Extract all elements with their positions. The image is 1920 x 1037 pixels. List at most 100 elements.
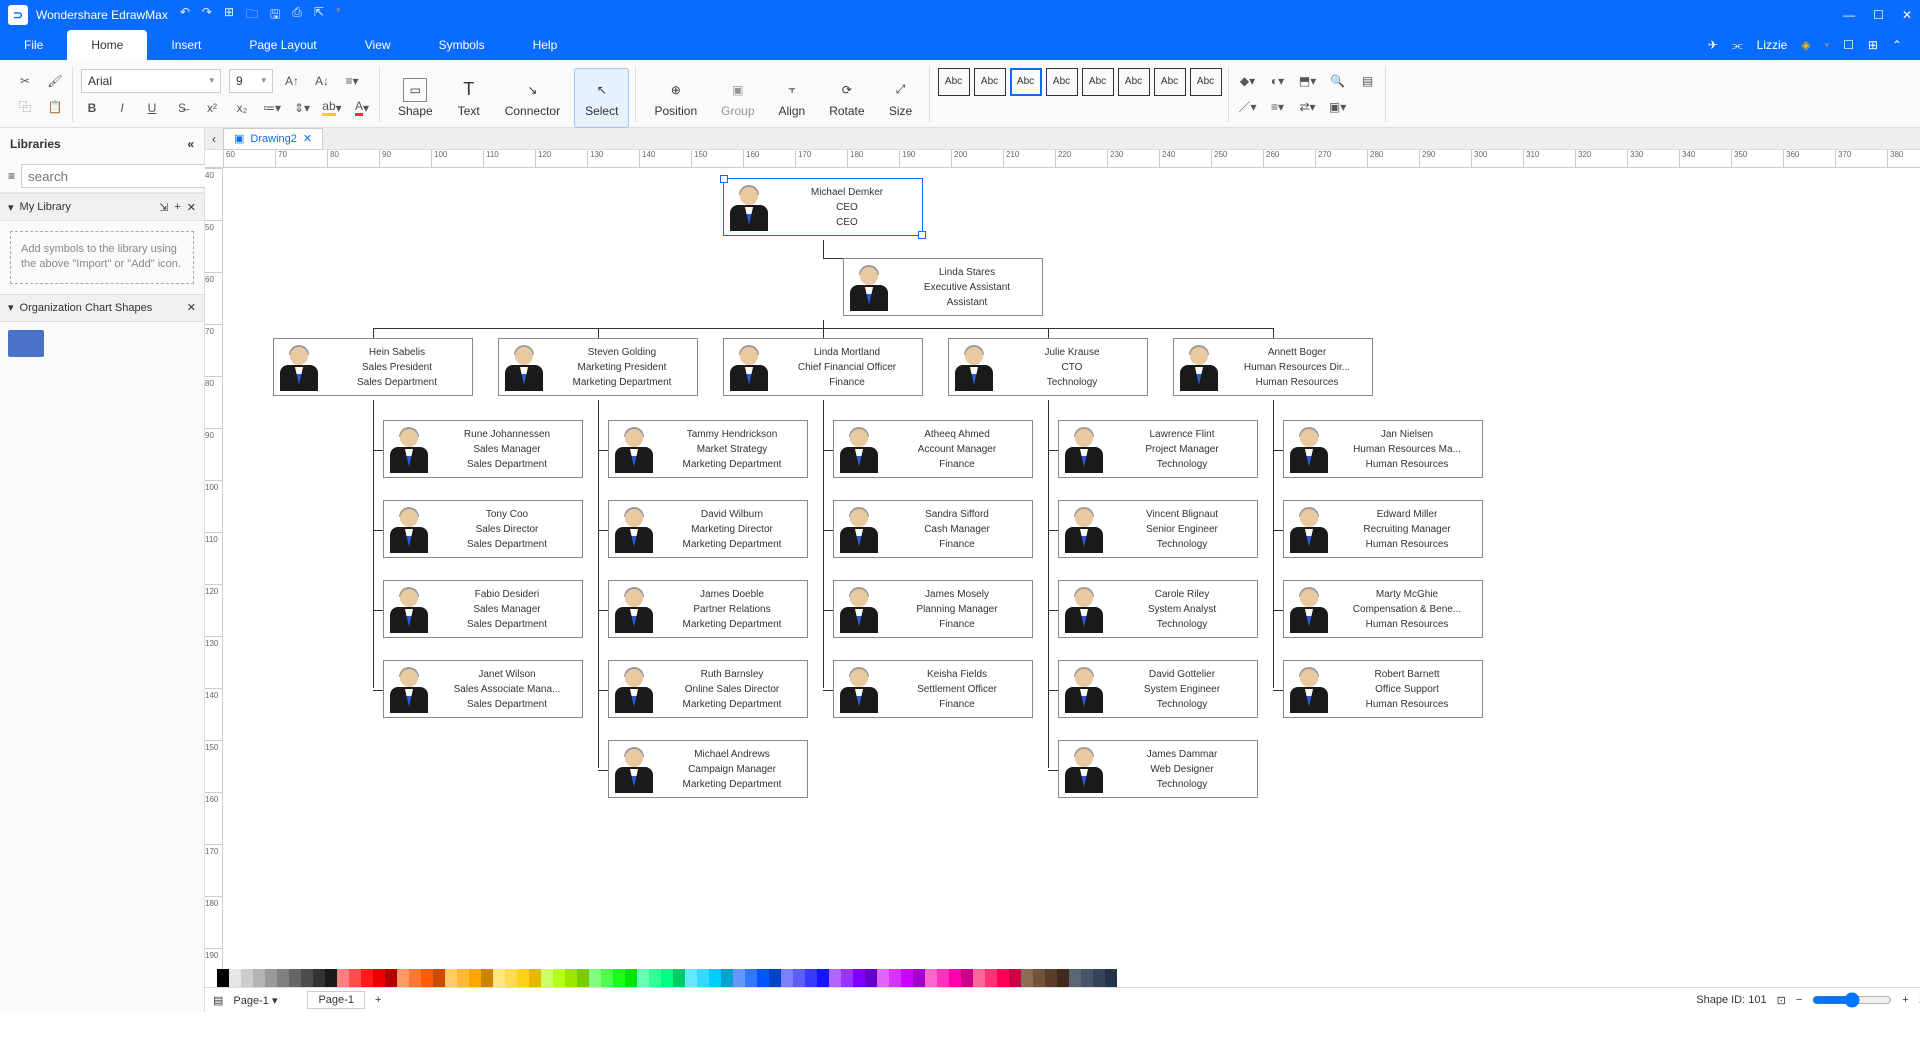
palette-swatch[interactable] xyxy=(1021,969,1033,987)
palette-swatch[interactable] xyxy=(337,969,349,987)
palette-swatch[interactable] xyxy=(937,969,949,987)
palette-swatch[interactable] xyxy=(865,969,877,987)
palette-swatch[interactable] xyxy=(217,969,229,987)
org-node[interactable]: Michael DemkerCEOCEO xyxy=(723,178,923,236)
palette-swatch[interactable] xyxy=(877,969,889,987)
collapse-ribbon-icon[interactable]: ⌃ xyxy=(1892,38,1902,52)
diamond-icon[interactable]: ◈ xyxy=(1801,38,1810,52)
palette-swatch[interactable] xyxy=(373,969,385,987)
add-lib-icon[interactable]: + xyxy=(174,201,180,213)
palette-swatch[interactable] xyxy=(229,969,241,987)
new-icon[interactable]: ⊞ xyxy=(224,5,234,26)
palette-swatch[interactable] xyxy=(397,969,409,987)
palette-swatch[interactable] xyxy=(961,969,973,987)
fontsize-select[interactable]: 9▾ xyxy=(229,69,273,93)
close-lib-icon[interactable]: ✕ xyxy=(187,301,196,314)
minimize-icon[interactable]: — xyxy=(1843,8,1855,22)
user-name[interactable]: Lizzie xyxy=(1757,38,1788,52)
palette-swatch[interactable] xyxy=(601,969,613,987)
palette-swatch[interactable] xyxy=(613,969,625,987)
palette-swatch[interactable] xyxy=(649,969,661,987)
palette-swatch[interactable] xyxy=(985,969,997,987)
org-node[interactable]: Tony CooSales DirectorSales Department xyxy=(383,500,583,558)
palette-swatch[interactable] xyxy=(445,969,457,987)
palette-swatch[interactable] xyxy=(673,969,685,987)
gift-icon[interactable]: ☐ xyxy=(1843,38,1854,52)
close-tab-icon[interactable]: ✕ xyxy=(303,132,312,145)
org-node[interactable]: Lawrence FlintProject ManagerTechnology xyxy=(1058,420,1258,478)
org-node[interactable]: Julie KrauseCTOTechnology xyxy=(948,338,1148,396)
fontsize-dec-icon[interactable]: A↓ xyxy=(311,70,333,92)
palette-swatch[interactable] xyxy=(1009,969,1021,987)
font-select[interactable]: Arial▾ xyxy=(81,69,221,93)
copy-icon[interactable]: ⿻ xyxy=(14,96,36,118)
fontcolor-icon[interactable]: A▾ xyxy=(351,97,373,119)
text-tool[interactable]: TText xyxy=(447,68,491,128)
apps-icon[interactable]: ⊞ xyxy=(1868,38,1878,52)
palette-swatch[interactable] xyxy=(421,969,433,987)
org-node[interactable]: Annett BogerHuman Resources Dir...Human … xyxy=(1173,338,1373,396)
org-node[interactable]: David GottelierSystem EngineerTechnology xyxy=(1058,660,1258,718)
palette-swatch[interactable] xyxy=(529,969,541,987)
bold-icon[interactable]: B xyxy=(81,97,103,119)
menu-home[interactable]: Home xyxy=(67,30,147,60)
palette-swatch[interactable] xyxy=(853,969,865,987)
palette-swatch[interactable] xyxy=(841,969,853,987)
cut-icon[interactable]: ✂ xyxy=(14,70,36,92)
org-node[interactable]: Ruth BarnsleyOnline Sales DirectorMarket… xyxy=(608,660,808,718)
palette-swatch[interactable] xyxy=(901,969,913,987)
italic-icon[interactable]: I xyxy=(111,97,133,119)
menu-file[interactable]: File xyxy=(0,30,67,60)
palette-swatch[interactable] xyxy=(889,969,901,987)
palette-swatch[interactable] xyxy=(457,969,469,987)
shape-thumb[interactable] xyxy=(8,330,44,357)
send-icon[interactable]: ✈ xyxy=(1708,38,1718,52)
palette-swatch[interactable] xyxy=(769,969,781,987)
palette-swatch[interactable] xyxy=(577,969,589,987)
group-button[interactable]: ▣Group xyxy=(711,68,764,128)
org-node[interactable]: David WilburnMarketing DirectorMarketing… xyxy=(608,500,808,558)
rotate-button[interactable]: ⟳Rotate xyxy=(819,68,874,128)
pages-icon[interactable]: ▤ xyxy=(213,994,223,1007)
color-palette[interactable] xyxy=(205,969,1920,987)
style-preset-1[interactable]: Abc xyxy=(938,68,970,96)
fontsize-inc-icon[interactable]: A↑ xyxy=(281,70,303,92)
palette-swatch[interactable] xyxy=(325,969,337,987)
redo-icon[interactable]: ↷ xyxy=(202,5,212,26)
spacing-icon[interactable]: ⇕▾ xyxy=(291,97,313,119)
palette-swatch[interactable] xyxy=(241,969,253,987)
zoom-slider[interactable] xyxy=(1812,992,1892,1008)
expand-icon[interactable]: ▾ xyxy=(8,301,14,314)
linestyle-icon[interactable]: ≡▾ xyxy=(1267,96,1289,118)
org-node[interactable]: Sandra SiffordCash ManagerFinance xyxy=(833,500,1033,558)
share-icon[interactable]: ⫘ xyxy=(1732,38,1743,53)
org-node[interactable]: Robert BarnettOffice SupportHuman Resour… xyxy=(1283,660,1483,718)
palette-swatch[interactable] xyxy=(265,969,277,987)
format-painter-icon[interactable]: 🖌 xyxy=(44,70,66,92)
palette-swatch[interactable] xyxy=(661,969,673,987)
canvas[interactable]: Michael DemkerCEOCEOLinda StaresExecutiv… xyxy=(223,168,1920,969)
menu-insert[interactable]: Insert xyxy=(147,30,225,60)
org-node[interactable]: Michael AndrewsCampaign ManagerMarketing… xyxy=(608,740,808,798)
palette-swatch[interactable] xyxy=(1069,969,1081,987)
palette-swatch[interactable] xyxy=(997,969,1009,987)
palette-swatch[interactable] xyxy=(697,969,709,987)
palette-swatch[interactable] xyxy=(721,969,733,987)
menu-symbols[interactable]: Symbols xyxy=(415,30,509,60)
maximize-icon[interactable]: ☐ xyxy=(1873,8,1884,22)
zoom-in-icon[interactable]: + xyxy=(1902,994,1908,1006)
palette-swatch[interactable] xyxy=(301,969,313,987)
palette-swatch[interactable] xyxy=(949,969,961,987)
size-button[interactable]: ⤢Size xyxy=(879,68,923,128)
palette-swatch[interactable] xyxy=(1045,969,1057,987)
palette-swatch[interactable] xyxy=(505,969,517,987)
strike-icon[interactable]: S̶ xyxy=(171,97,193,119)
zoom-out-icon[interactable]: − xyxy=(1796,994,1802,1006)
add-page-icon[interactable]: + xyxy=(375,994,381,1006)
highlight-icon[interactable]: ab▾ xyxy=(321,97,343,119)
palette-swatch[interactable] xyxy=(493,969,505,987)
export-icon[interactable]: ⇱ xyxy=(314,5,324,26)
menu-icon[interactable]: ≡ xyxy=(8,169,15,183)
palette-swatch[interactable] xyxy=(565,969,577,987)
palette-swatch[interactable] xyxy=(733,969,745,987)
